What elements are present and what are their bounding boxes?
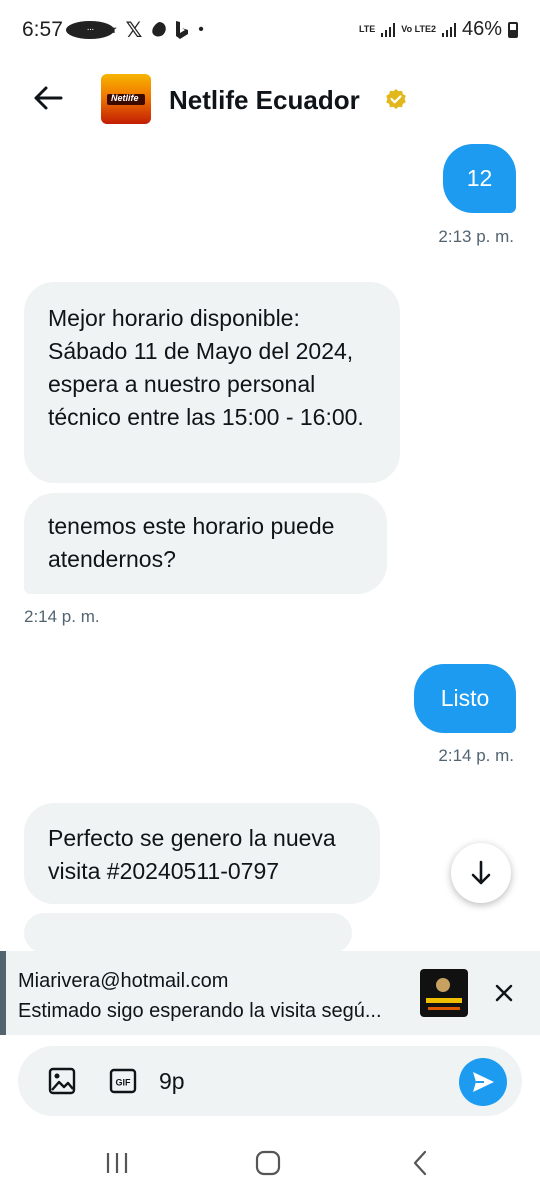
thumb-detail xyxy=(426,998,462,1003)
status-time: 6:57 xyxy=(22,18,63,41)
back-arrow-icon xyxy=(34,86,63,110)
message-incoming[interactable]: Mejor horario disponible: Sábado 11 de M… xyxy=(24,282,400,483)
partial-message-text xyxy=(48,913,328,931)
send-button[interactable] xyxy=(459,1058,507,1106)
contact-name[interactable]: Netlife Ecuador xyxy=(169,85,360,116)
chat-header: Netlife Ecuador xyxy=(0,68,540,130)
more-dot-icon: • xyxy=(198,21,204,38)
message-timestamp: 2:13 p. m. xyxy=(438,227,514,246)
thumb-detail xyxy=(436,978,450,992)
signal-bars-2-icon xyxy=(441,22,456,37)
image-icon[interactable] xyxy=(47,1066,77,1096)
avatar[interactable] xyxy=(101,74,151,124)
avatar-logo xyxy=(107,93,145,105)
message-incoming-partial[interactable] xyxy=(24,913,352,953)
message-timestamp: 2:14 p. m. xyxy=(24,607,100,626)
message-incoming[interactable]: Perfecto se genero la nueva visita #2024… xyxy=(24,803,380,904)
reply-preview[interactable]: Miarivera@hotmail.com Estimado sigo espe… xyxy=(0,951,540,1035)
home-icon xyxy=(255,1150,281,1176)
thumb-detail xyxy=(428,1007,460,1010)
x-icon: 𝕏 xyxy=(125,18,143,42)
bing-icon xyxy=(174,19,190,41)
close-icon[interactable] xyxy=(490,979,518,1007)
chevron-left-icon xyxy=(413,1150,427,1176)
chat-bubble-icon xyxy=(66,21,114,39)
verified-badge-icon xyxy=(386,89,406,109)
reply-author: Miarivera@hotmail.com xyxy=(18,970,229,992)
reply-text: Estimado sigo esperando la visita segú..… xyxy=(18,1000,382,1022)
system-navigation-bar xyxy=(0,1130,540,1200)
arrow-down-icon xyxy=(471,860,491,885)
svg-text:GIF: GIF xyxy=(116,1078,132,1088)
recent-apps-icon xyxy=(106,1153,128,1173)
message-outgoing[interactable]: Listo xyxy=(414,664,516,733)
recent-apps-button[interactable] xyxy=(97,1148,137,1178)
send-icon xyxy=(473,1072,494,1092)
message-timestamp: 2:14 p. m. xyxy=(438,746,514,765)
reply-accent-bar xyxy=(0,951,6,1035)
status-right: LTE Vo LTE2 46% xyxy=(359,18,518,41)
message-input[interactable] xyxy=(159,1064,449,1098)
reply-thumbnail xyxy=(420,969,468,1017)
status-bar: 6:57 Uber 𝕏 • LTE Vo LTE2 46% xyxy=(0,0,540,62)
home-button[interactable] xyxy=(248,1148,288,1178)
gif-icon[interactable]: GIF xyxy=(108,1066,138,1096)
scroll-to-bottom-button[interactable] xyxy=(451,843,511,903)
battery-percent: 46% xyxy=(461,18,502,40)
message-incoming[interactable]: tenemos este horario puede atendernos? xyxy=(24,493,387,594)
message-composer: GIF xyxy=(18,1046,522,1116)
back-button[interactable] xyxy=(30,80,66,116)
system-back-button[interactable] xyxy=(400,1148,440,1178)
network-indicator-1: LTE xyxy=(358,24,376,34)
signal-bars-icon xyxy=(381,22,396,37)
network-indicator-2: Vo LTE2 xyxy=(401,24,436,34)
battery-icon xyxy=(508,21,518,38)
notification-icons: Uber 𝕏 • xyxy=(66,18,206,42)
message-outgoing[interactable]: 12 xyxy=(443,144,516,213)
app-icon xyxy=(150,19,168,41)
